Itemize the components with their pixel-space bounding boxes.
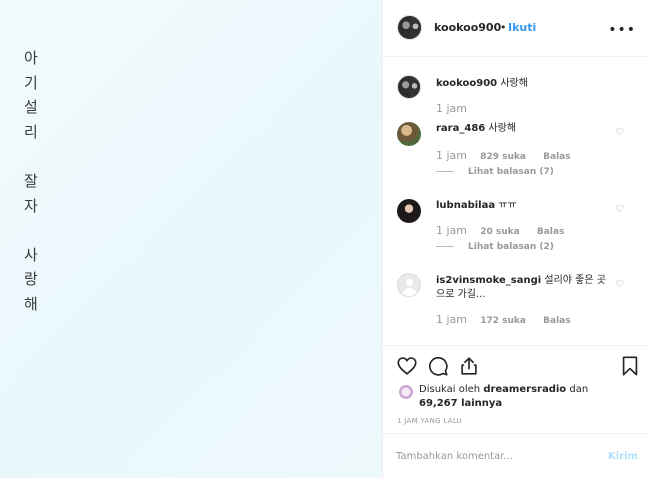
post-header: kookoo900 • Ikuti •••: [383, 0, 647, 57]
comment-text: ㅠㅠ: [498, 200, 517, 211]
reply-button[interactable]: Balas: [537, 227, 564, 237]
comment-like-icon[interactable]: ♡: [615, 205, 625, 215]
photo-char: 해: [24, 294, 38, 313]
more-horizontal-icon[interactable]: •••: [608, 22, 636, 38]
photo-char: 기: [24, 73, 38, 92]
photo-char: [24, 144, 38, 169]
view-replies-button[interactable]: Lihat balasan (7): [436, 167, 554, 177]
post-author[interactable]: kookoo900: [434, 21, 501, 34]
comment-username[interactable]: lubnabilaa: [436, 200, 495, 211]
comment-likes[interactable]: 829 suka: [480, 152, 526, 162]
avatar[interactable]: [397, 199, 421, 223]
post-comment-button[interactable]: Kirim: [608, 451, 638, 462]
comment-like-icon[interactable]: ♡: [615, 128, 625, 138]
liked-prefix: Disukai oleh: [419, 384, 481, 395]
comment-likes[interactable]: 172 suka: [480, 316, 526, 326]
likes-summary: Disukai oleh dreamersradio dan 69,267 la…: [419, 383, 629, 411]
reply-button[interactable]: Balas: [543, 316, 570, 326]
avatar[interactable]: [397, 122, 421, 146]
comment-username[interactable]: kookoo900: [436, 78, 497, 89]
heart-icon[interactable]: [396, 355, 418, 377]
comment-input[interactable]: Tambahkan komentar...: [396, 451, 513, 462]
divider: [436, 246, 454, 247]
view-replies-button[interactable]: Lihat balasan (2): [436, 242, 554, 252]
avatar[interactable]: [397, 273, 421, 297]
post-actions: Disukai oleh dreamersradio dan 69,267 la…: [383, 345, 647, 433]
photo-char: 랑: [24, 270, 38, 289]
likes-count-link[interactable]: 69,267 lainnya: [419, 398, 502, 409]
avatar[interactable]: [399, 385, 413, 399]
post-timestamp[interactable]: 1 JAM YANG LALU: [397, 417, 462, 425]
view-replies-label: Lihat balasan (7): [468, 167, 554, 177]
reply-button[interactable]: Balas: [543, 152, 570, 162]
share-icon[interactable]: [458, 355, 480, 377]
separator-dot: •: [500, 21, 507, 34]
comment-text: 사랑해: [500, 78, 528, 89]
comment-text: 사랑해: [488, 123, 517, 134]
comment-likes[interactable]: 20 suka: [480, 227, 519, 237]
comment-icon[interactable]: [427, 355, 449, 377]
photo-char: [24, 218, 38, 243]
comment-time[interactable]: 1 jam: [436, 149, 467, 162]
photo-char: 리: [24, 122, 38, 141]
comment-time[interactable]: 1 jam: [436, 224, 467, 237]
photo-caption-vertical: 아 기 설 리 잘 자 사 랑 해: [24, 46, 38, 317]
photo-char: 사: [24, 245, 38, 264]
add-comment-bar: Tambahkan komentar... Kirim: [383, 433, 647, 478]
post-side-panel: kookoo900 • Ikuti ••• kookoo900 사랑해 1 ja…: [382, 0, 647, 478]
view-replies-label: Lihat balasan (2): [468, 242, 554, 252]
comment-username[interactable]: rara_486: [436, 123, 485, 134]
liked-joiner: dan: [569, 384, 589, 395]
comment-time[interactable]: 1 jam: [436, 313, 467, 326]
divider: [436, 171, 454, 172]
photo-char: 설: [24, 98, 38, 117]
liked-by-user[interactable]: dreamersradio: [483, 384, 566, 395]
comment-time[interactable]: 1 jam: [436, 102, 467, 115]
comment-list[interactable]: kookoo900 사랑해 1 jam rara_486 사랑해 ♡ 1 jam…: [383, 57, 647, 345]
post-photo: 아 기 설 리 잘 자 사 랑 해: [0, 0, 382, 478]
follow-button[interactable]: Ikuti: [508, 21, 536, 34]
photo-char: 자: [24, 196, 38, 215]
photo-char: 아: [24, 49, 38, 67]
comment-username[interactable]: is2vinsmoke_sangi: [436, 275, 541, 286]
avatar[interactable]: [397, 15, 422, 40]
avatar[interactable]: [397, 75, 421, 99]
comment-like-icon[interactable]: ♡: [615, 280, 625, 290]
bookmark-icon[interactable]: [619, 355, 641, 377]
photo-char: 잘: [24, 171, 38, 190]
